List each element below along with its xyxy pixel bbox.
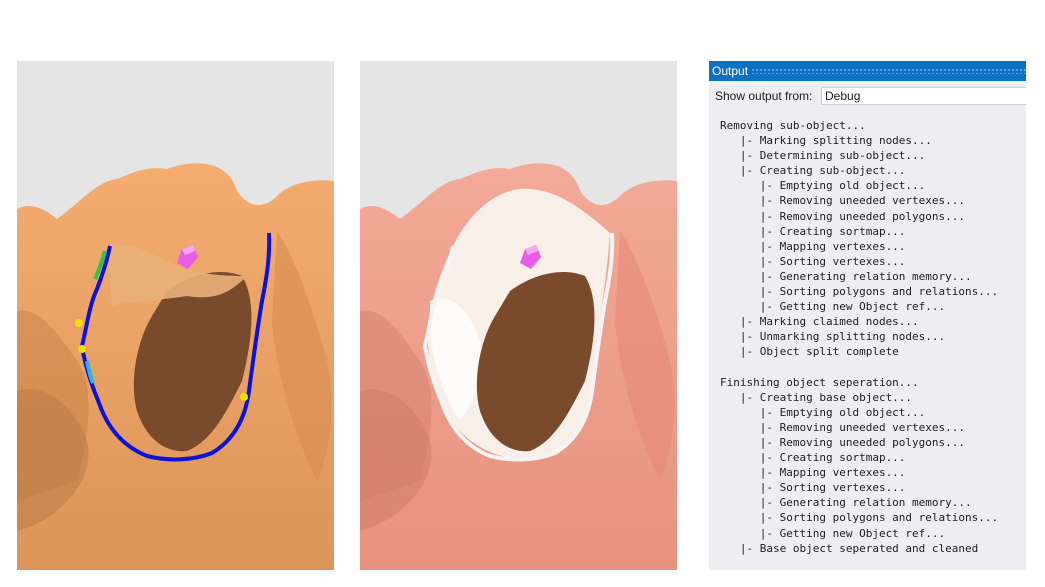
output-panel: Output Show output from: Debug Removing …: [709, 61, 1026, 570]
output-line: |- Emptying old object...: [720, 405, 926, 419]
output-title: Output: [712, 64, 749, 78]
output-line: |- Generating relation memory...: [720, 269, 972, 283]
output-line: |- Removing uneeded vertexes...: [720, 194, 966, 208]
output-line: |- Removing uneeded polygons...: [720, 209, 966, 223]
output-line: |- Sorting vertexes...: [720, 481, 906, 495]
output-line: |- Base object seperated and cleaned: [720, 541, 979, 555]
output-line: |- Creating base object...: [720, 390, 913, 404]
output-line: |- Mapping vertexes...: [720, 466, 906, 480]
output-line: |- Getting new Object ref...: [720, 300, 946, 314]
output-line: |- Unmarking splitting nodes...: [720, 330, 946, 344]
output-line: |- Getting new Object ref...: [720, 526, 946, 540]
output-line: |- Removing uneeded polygons...: [720, 435, 966, 449]
title-bar-grip: [751, 68, 1026, 74]
output-line: Finishing object seperation...: [720, 375, 919, 389]
viewport-right[interactable]: [360, 61, 677, 570]
output-line: |- Creating sortmap...: [720, 224, 906, 238]
output-line: |- Object split complete: [720, 345, 899, 359]
output-title-bar[interactable]: Output: [709, 61, 1026, 81]
output-line: |- Creating sortmap...: [720, 451, 906, 465]
output-line: |- Generating relation memory...: [720, 496, 972, 510]
output-source-select[interactable]: Debug: [821, 87, 1026, 105]
output-line: |- Mapping vertexes...: [720, 239, 906, 253]
output-line: |- Sorting vertexes...: [720, 254, 906, 268]
output-line: |- Sorting polygons and relations...: [720, 285, 999, 299]
output-line: |- Marking claimed nodes...: [720, 315, 919, 329]
output-line: |- Creating sub-object...: [720, 164, 906, 178]
output-log: Removing sub-object... |- Marking splitt…: [720, 118, 1026, 556]
viewport-left[interactable]: [17, 61, 334, 570]
output-line: |- Sorting polygons and relations...: [720, 511, 999, 525]
output-toolbar: Show output from: Debug: [709, 81, 1026, 107]
mesh-render-right: [360, 61, 677, 570]
output-line: |- Emptying old object...: [720, 179, 926, 193]
output-line: Removing sub-object...: [720, 119, 866, 132]
mesh-render-left: [17, 61, 334, 570]
output-line: |- Determining sub-object...: [720, 149, 926, 163]
output-line: |- Removing uneeded vertexes...: [720, 420, 966, 434]
show-output-from-label: Show output from:: [715, 89, 813, 103]
output-line: |- Marking splitting nodes...: [720, 134, 932, 148]
